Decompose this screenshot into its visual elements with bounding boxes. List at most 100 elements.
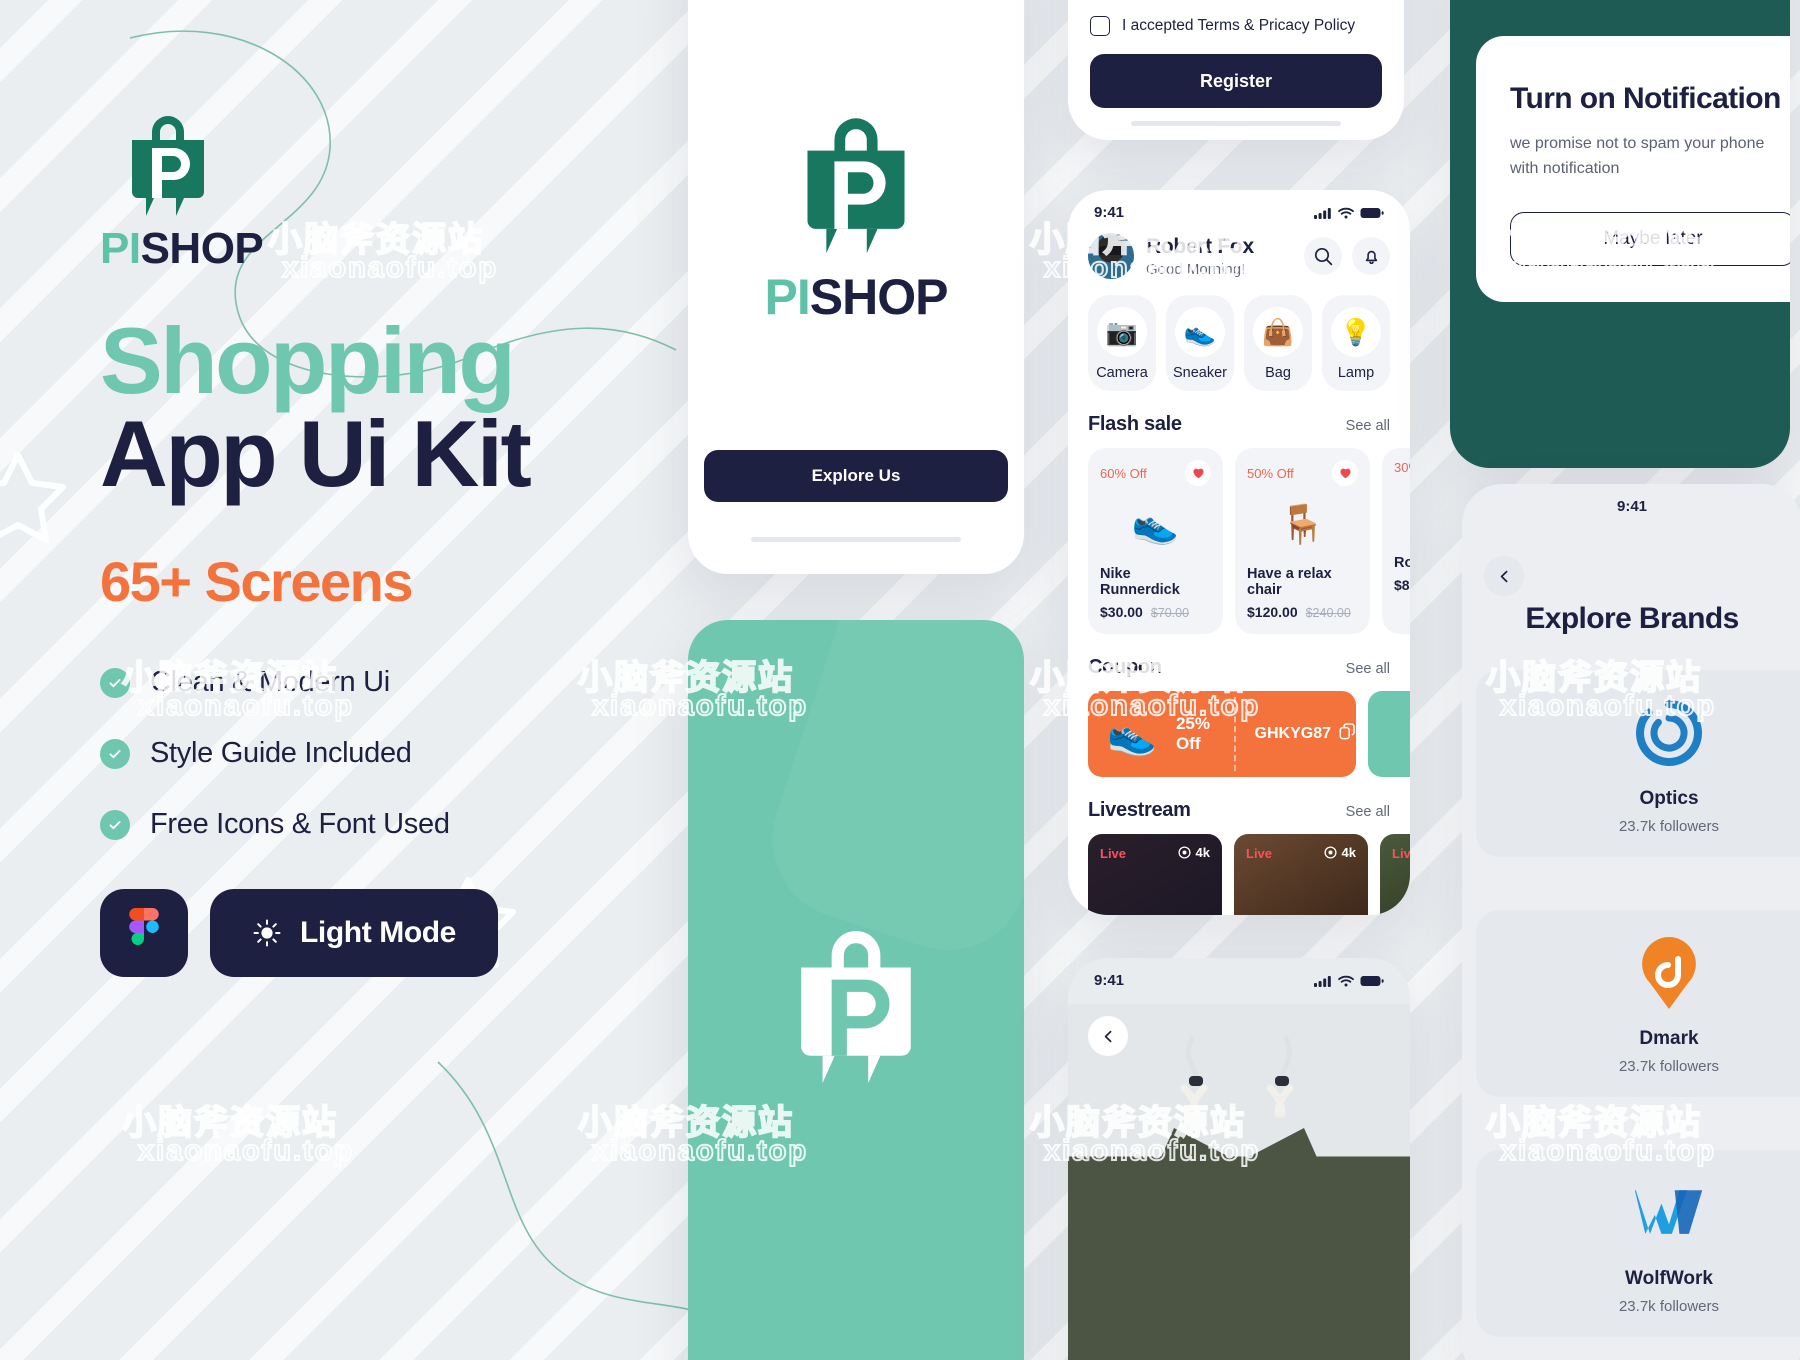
feature-item: Free Icons & Font Used	[100, 808, 720, 841]
product-image: 🪑	[1278, 504, 1327, 546]
avatar[interactable]	[1088, 233, 1134, 279]
sneaker-icon: 👟	[1175, 307, 1225, 357]
left-info-panel: PISHOP Shopping App Ui Kit 65+ Screens C…	[100, 110, 720, 978]
splash-wordmark-shop: SHOP	[809, 269, 949, 325]
product-old-price: $240.00	[1305, 606, 1351, 620]
category-item-sneaker[interactable]: 👟 Sneaker	[1166, 295, 1234, 391]
brand-card-optics[interactable]: Optics 23.7k followers	[1476, 670, 1800, 857]
bell-icon	[1365, 250, 1377, 264]
camera-icon: 📷	[1097, 307, 1147, 357]
brand-name: Dmark	[1639, 1028, 1699, 1049]
heart-icon	[1192, 468, 1204, 479]
product-old-price: $70.00	[1150, 606, 1190, 620]
coupon-card[interactable]: 👟 25% Off GHKYG87	[1088, 691, 1356, 777]
category-label: Camera	[1096, 365, 1148, 381]
livestream-card[interactable]: Live	[1380, 834, 1410, 915]
lamp-icon: 💡	[1331, 307, 1381, 357]
status-bar: 9:41	[1068, 190, 1410, 225]
product-card[interactable]: 60% Off 👟 Nike Runnerdick $30.00 $70.00	[1088, 448, 1223, 634]
section-title: Livestream	[1088, 799, 1191, 821]
notification-screen-phone: Turn on Notification we promise not to s…	[1450, 0, 1790, 468]
terms-label: I accepted Terms & Pricacy Policy	[1122, 17, 1356, 34]
teal-brand-phone	[688, 620, 1024, 1360]
battery-icon	[1360, 207, 1384, 218]
notification-card: Turn on Notification we promise not to s…	[1476, 36, 1790, 302]
check-icon	[100, 738, 130, 769]
explore-brands-phone: . 9:41 . Explore Brands Optics 23.7k fol…	[1462, 484, 1800, 1360]
terms-row[interactable]: I accepted Terms & Pricacy Policy	[1090, 16, 1382, 36]
section-title: Coupon	[1088, 656, 1162, 678]
product-top: 50% Off	[1247, 460, 1358, 486]
register-screen-phone: Password I accepted Terms & Pricacy Poli…	[1068, 0, 1404, 140]
signal-icon	[1314, 207, 1331, 219]
search-button[interactable]	[1304, 237, 1342, 275]
status-time: 9:41	[1094, 972, 1125, 989]
status-bar: 9:41	[1068, 958, 1410, 993]
category-item-bag[interactable]: 👜 Bag	[1244, 295, 1312, 391]
category-item-camera[interactable]: 📷 Camera	[1088, 295, 1156, 391]
coupon-code: GHKYG87	[1254, 725, 1331, 742]
product-image: 👟	[1131, 504, 1180, 546]
favorite-button[interactable]	[1332, 460, 1358, 486]
livestream-list[interactable]: Live 4k Live 4k Live	[1068, 822, 1410, 915]
live-badge: Live	[1246, 846, 1273, 861]
copy-icon[interactable]	[1339, 723, 1356, 745]
coupon-see-all[interactable]: See all	[1346, 661, 1390, 677]
header-actions	[1304, 237, 1390, 275]
register-button[interactable]: Register	[1090, 54, 1382, 108]
discount-badge: 60% Off	[1100, 465, 1147, 481]
watermark-en: xiaonaofu.top	[137, 1134, 355, 1168]
brand-wordmark-shop: SHOP	[140, 224, 264, 273]
dmark-logo-icon	[1632, 936, 1706, 1010]
feature-label: Clean & Modern Ui	[150, 666, 390, 699]
poster-canvas: PISHOP Shopping App Ui Kit 65+ Screens C…	[0, 0, 1800, 1360]
terms-checkbox[interactable]	[1090, 16, 1110, 36]
product-prices: $80.00 $160.00	[1394, 577, 1410, 593]
notifications-button[interactable]	[1352, 237, 1390, 275]
livestream-card[interactable]: Live 4k	[1088, 834, 1222, 915]
product-price: $120.00	[1247, 604, 1298, 620]
category-row: 📷 Camera 👟 Sneaker 👜 Bag 💡 Lamp	[1068, 279, 1410, 391]
home-indicator	[751, 537, 961, 542]
product-card[interactable]: 30% Off ⌚ Rolex Watch $80.00 $160.00	[1382, 448, 1410, 634]
heart-icon	[1339, 468, 1351, 479]
light-mode-button[interactable]: Light Mode	[210, 889, 498, 978]
livestream-card[interactable]: Live 4k	[1234, 834, 1368, 915]
category-label: Sneaker	[1172, 365, 1227, 381]
user-name: Robert Fox	[1146, 234, 1254, 258]
brand-card-dmark[interactable]: Dmark 23.7k followers	[1476, 910, 1800, 1097]
brand-card-wolfwork[interactable]: WolfWork 23.7k followers	[1476, 1150, 1800, 1337]
feature-item: Clean & Modern Ui	[100, 666, 720, 699]
status-time: 9:41	[1616, 498, 1648, 515]
product-top: 30% Off	[1394, 460, 1410, 475]
explore-us-button[interactable]: Explore Us	[704, 450, 1008, 502]
brand-followers: 23.7k followers	[1618, 1058, 1720, 1075]
product-card[interactable]: 50% Off 🪑 Have a relax chair $120.00 $24…	[1235, 448, 1370, 634]
back-button[interactable]	[1484, 556, 1524, 596]
flash-sale-see-all[interactable]: See all	[1346, 418, 1390, 434]
watermark-cn: 小脑斧资源站	[121, 1103, 338, 1143]
brand-logo-block: PISHOP	[100, 110, 720, 274]
discount-badge: 50% Off	[1247, 465, 1294, 481]
hanging-garment-illustration	[1159, 1035, 1319, 1162]
pishop-bag-logo-white-icon	[801, 930, 911, 1084]
category-item-lamp[interactable]: 💡 Lamp	[1322, 295, 1390, 391]
flash-sale-list[interactable]: 60% Off 👟 Nike Runnerdick $30.00 $70.00 …	[1068, 436, 1410, 634]
status-time: 9:41	[1094, 204, 1125, 221]
livestream-see-all[interactable]: See all	[1346, 804, 1390, 820]
eye-icon	[1177, 846, 1191, 859]
figma-button[interactable]	[100, 889, 188, 978]
notification-title: Turn on Notification	[1510, 82, 1781, 115]
live-views: 4k	[1177, 845, 1210, 860]
coupon-card[interactable]: 🪑	[1368, 691, 1410, 777]
live-views: 4k	[1323, 845, 1356, 860]
maybe-later-button[interactable]: Maybe later	[1510, 211, 1790, 266]
back-button[interactable]	[1088, 1016, 1128, 1056]
product-prices: $120.00 $240.00	[1247, 604, 1358, 620]
coupon-list[interactable]: 👟 25% Off GHKYG87 🪑	[1068, 679, 1410, 777]
notification-subtitle: we promise not to spam your phone with n…	[1510, 135, 1765, 177]
category-label: Bag	[1265, 365, 1291, 381]
pishop-bag-logo-icon	[807, 118, 905, 254]
discount-badge: 30% Off	[1394, 460, 1410, 475]
favorite-button[interactable]	[1185, 460, 1211, 486]
